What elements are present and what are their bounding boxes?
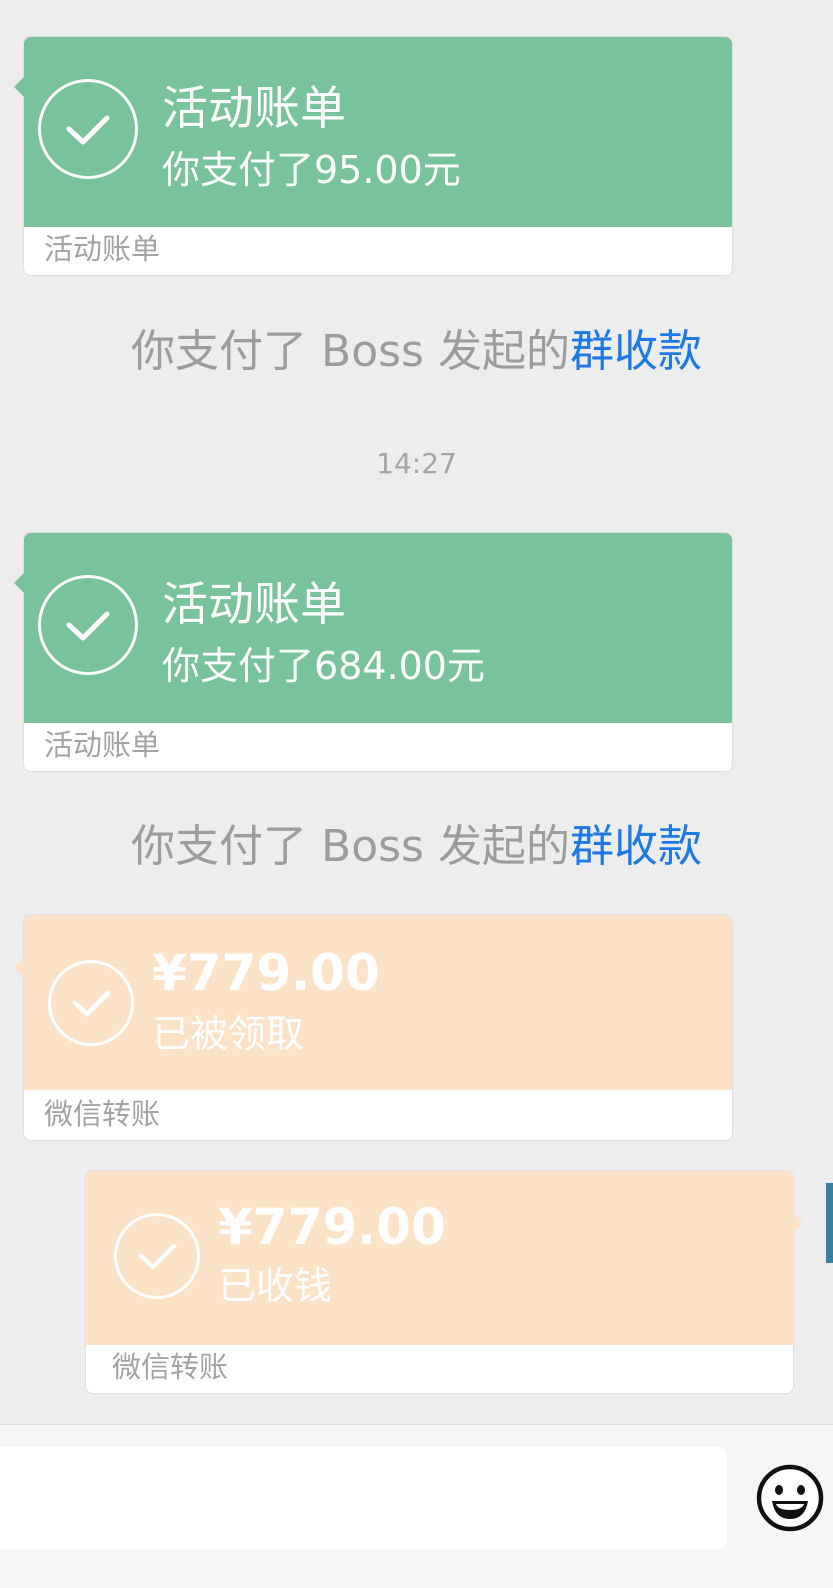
- check-circle-icon: [38, 575, 138, 675]
- message-input[interactable]: [0, 1447, 727, 1549]
- transfer-status: 已被领取: [152, 1012, 305, 1056]
- transfer-header: ¥779.00 已被领取: [24, 915, 732, 1090]
- transfer-footer: 微信转账: [24, 1090, 732, 1140]
- group-collection-notice: 你支付了 Boss 发起的群收款: [0, 825, 833, 869]
- transfer-status: 已收钱: [218, 1264, 333, 1308]
- transfer-footer: 微信转账: [86, 1345, 793, 1393]
- group-collection-link[interactable]: 群收款: [570, 821, 702, 872]
- activity-bill-card[interactable]: 活动账单 你支付了684.00元 活动账单: [14, 533, 732, 771]
- wechat-transfer-card[interactable]: ¥779.00 已被领取 微信转账: [14, 915, 732, 1140]
- notice-text: 你支付了 Boss 发起的: [131, 326, 570, 377]
- bill-header: 活动账单 你支付了95.00元: [24, 37, 732, 227]
- bubble-tail: [14, 77, 24, 97]
- bill-footer: 活动账单: [24, 227, 732, 275]
- check-circle-icon: [114, 1213, 200, 1299]
- check-circle-icon: [38, 79, 138, 179]
- bill-subtitle: 你支付了95.00元: [162, 148, 461, 192]
- transfer-amount: ¥779.00: [218, 1198, 446, 1256]
- transfer-amount: ¥779.00: [152, 944, 380, 1002]
- bubble-tail: [14, 573, 24, 593]
- message-timestamp: 14:27: [376, 447, 457, 480]
- group-collection-link[interactable]: 群收款: [570, 326, 702, 377]
- avatar[interactable]: [826, 1183, 833, 1263]
- bill-footer: 活动账单: [24, 723, 732, 771]
- chat-input-bar: [0, 1424, 833, 1588]
- bubble-tail: [793, 1213, 803, 1233]
- transfer-header: ¥779.00 已收钱: [86, 1171, 793, 1346]
- group-collection-notice: 你支付了 Boss 发起的群收款: [0, 330, 833, 374]
- bill-title: 活动账单: [162, 577, 346, 631]
- bill-title: 活动账单: [162, 81, 346, 135]
- bill-subtitle: 你支付了684.00元: [162, 644, 485, 688]
- bubble-tail: [14, 957, 24, 977]
- notice-text: 你支付了 Boss 发起的: [131, 821, 570, 872]
- wechat-transfer-card[interactable]: ¥779.00 已收钱 微信转账: [86, 1171, 803, 1393]
- smiley-face-icon[interactable]: [755, 1463, 825, 1533]
- activity-bill-card[interactable]: 活动账单 你支付了95.00元 活动账单: [14, 37, 732, 275]
- check-circle-icon: [48, 960, 134, 1046]
- bill-header: 活动账单 你支付了684.00元: [24, 533, 732, 723]
